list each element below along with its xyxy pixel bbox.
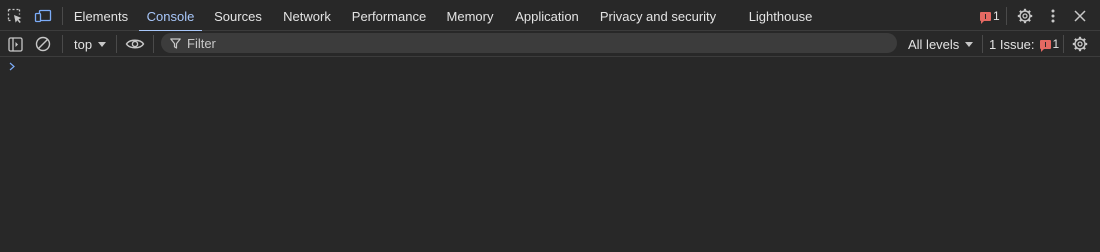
error-icon <box>980 11 991 24</box>
devtools-tabbar: Elements Console Sources Network Perform… <box>0 0 1100 32</box>
tab-performance[interactable]: Performance <box>345 0 433 31</box>
tab-application[interactable]: Application <box>508 0 586 31</box>
chevron-right-icon[interactable] <box>9 60 15 74</box>
context-label: top <box>74 36 93 52</box>
toolbar-divider <box>153 35 154 53</box>
toolbar-divider <box>1063 35 1064 53</box>
tab-memory[interactable]: Memory <box>440 0 500 31</box>
toolbar-divider <box>116 35 117 53</box>
log-levels-dropdown[interactable]: All levels <box>908 31 974 57</box>
console-output[interactable] <box>0 57 1100 252</box>
close-icon[interactable] <box>1071 7 1089 25</box>
tab-console[interactable]: Console <box>139 0 202 32</box>
tab-network[interactable]: Network <box>275 0 339 31</box>
clear-console-icon[interactable] <box>34 35 52 53</box>
chevron-down-icon <box>98 42 107 47</box>
issues-badge: 1 <box>1039 37 1060 52</box>
chevron-down-icon <box>965 42 974 47</box>
toolbar-divider <box>62 7 63 25</box>
tab-sources[interactable]: Sources <box>207 0 269 31</box>
context-selector[interactable]: top <box>67 31 107 57</box>
devtools-panel: Elements Console Sources Network Perform… <box>0 0 1100 252</box>
eye-icon[interactable] <box>124 35 146 53</box>
issues-counter[interactable]: 1 Issue: 1 <box>989 31 1059 57</box>
toolbar-divider <box>982 35 983 53</box>
inspect-element-icon[interactable] <box>6 7 24 25</box>
sidebar-toggle-icon[interactable] <box>6 35 24 53</box>
tab-privacy-and-security[interactable]: Privacy and security <box>594 0 722 31</box>
console-toolbar: top All levels 1 Issue: <box>0 31 1100 57</box>
issue-icon <box>1039 39 1051 52</box>
tab-lighthouse[interactable]: Lighthouse <box>742 0 819 31</box>
filter-box[interactable] <box>161 33 897 53</box>
gear-icon[interactable] <box>1016 7 1034 25</box>
toolbar-divider <box>62 35 63 53</box>
more-vertical-icon[interactable] <box>1045 7 1061 25</box>
toolbar-divider <box>1006 7 1007 25</box>
log-levels-label: All levels <box>908 36 960 52</box>
issues-label: 1 Issue: <box>989 36 1035 52</box>
filter-input[interactable] <box>187 35 867 51</box>
tab-elements[interactable]: Elements <box>66 0 136 31</box>
console-settings-gear-icon[interactable] <box>1071 35 1089 53</box>
filter-icon <box>170 37 181 49</box>
error-count-badge[interactable]: 1 <box>980 9 1000 24</box>
issues-count: 1 <box>1052 37 1060 51</box>
error-count: 1 <box>993 9 1000 23</box>
device-toolbar-icon[interactable] <box>34 7 52 25</box>
